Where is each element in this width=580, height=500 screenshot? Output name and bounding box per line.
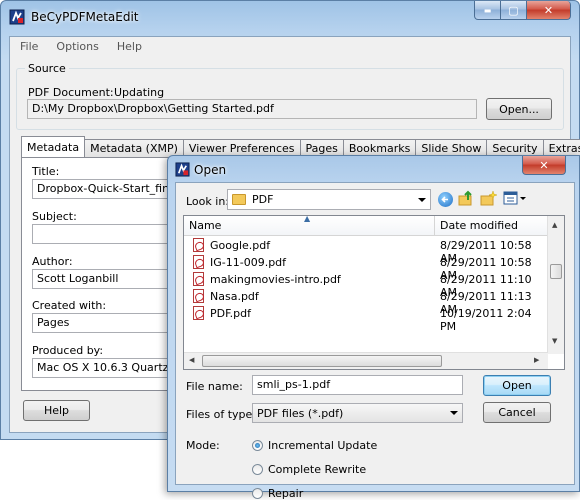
scroll-right-icon[interactable]: ▶ [534,356,539,364]
file-list[interactable]: Name ▲ Date modified Google.pdf 8/29/201… [183,215,565,370]
minimize-icon: ▬ [483,5,492,15]
maximize-button[interactable]: ▢ [500,1,527,20]
file-type-value: PDF files (*.pdf) [257,406,344,420]
chevron-down-icon [450,411,458,415]
file-row[interactable]: IG-11-009.pdf 8/29/2011 10:58 AM [184,254,548,282]
file-name: PDF.pdf [210,307,251,320]
pdf-file-icon [193,272,204,286]
file-row[interactable]: PDF.pdf 10/19/2011 2:04 PM [184,305,548,333]
folder-icon [232,194,246,205]
file-row[interactable]: Nasa.pdf 8/29/2011 11:13 AM [184,288,548,316]
vertical-scroll-thumb[interactable] [550,264,562,279]
file-name: Nasa.pdf [210,290,259,303]
close-icon: ✕ [539,158,549,172]
scroll-up-icon[interactable]: ▲ [552,221,557,229]
pdf-file-icon [193,238,204,252]
title-label: Title: [32,165,60,178]
created-with-label: Created with: [32,299,107,312]
pdf-file-icon [193,306,204,320]
dialog-cancel-button[interactable]: Cancel [483,402,551,423]
column-date-modified[interactable]: Date modified [440,219,518,232]
chevron-down-icon [418,197,426,202]
author-label: Author: [32,255,73,268]
pdf-document-label: PDF Document: [28,86,114,99]
menu-bar: File Options Help [10,37,150,57]
open-dialog: Open ✕ Look in: PDF Name ▲ Date modified… [167,155,580,500]
mode-complete-rewrite-radio[interactable] [252,464,263,475]
mode-repair-radio[interactable] [252,488,263,499]
app-icon [9,9,25,25]
horizontal-scrollbar[interactable]: ◀ ▶ [184,352,548,369]
file-type-label: Files of type: [186,408,257,421]
look-in-label: Look in: [186,195,229,208]
produced-by-label: Produced by: [32,344,104,357]
source-open-button[interactable]: Open... [486,98,552,120]
pdf-file-icon [193,289,204,303]
file-row[interactable]: Google.pdf 8/29/2011 10:58 AM [184,237,548,265]
file-name-input[interactable]: smli_ps-1.pdf [252,375,463,395]
file-name: makingmovies-intro.pdf [210,273,341,286]
dialog-client-area: Look in: PDF Name ▲ Date modified Google… [175,182,575,500]
maximize-icon: ▢ [508,3,519,17]
file-name: Google.pdf [210,239,271,252]
file-type-select[interactable]: PDF files (*.pdf) [252,403,463,423]
close-icon: ✕ [543,3,554,17]
minimize-button[interactable]: ▬ [474,1,501,20]
file-date: 10/19/2011 2:04 PM [440,307,532,333]
dialog-app-icon [175,162,190,177]
column-divider[interactable] [434,216,435,236]
up-folder-icon[interactable] [458,190,474,207]
pdf-file-icon [193,255,204,269]
vertical-scrollbar[interactable]: ▲ ▼ [547,216,564,354]
menu-help[interactable]: Help [107,37,150,57]
close-button[interactable]: ✕ [526,1,571,20]
file-list-header: Name ▲ Date modified [184,216,548,236]
dialog-title: Open [194,163,227,177]
new-folder-icon[interactable] [480,190,498,207]
horizontal-scroll-thumb[interactable] [202,355,442,367]
source-legend: Source [25,62,69,75]
scroll-down-icon[interactable]: ▼ [552,337,557,345]
scroll-left-icon[interactable]: ◀ [189,356,194,364]
tab-metadata-xmp[interactable]: Metadata (XMP) [84,139,184,157]
mode-repair-label[interactable]: Repair [268,487,303,500]
window-title: BeCyPDFMetaEdit [31,10,139,24]
mode-label: Mode: [186,439,220,452]
mode-complete-rewrite-label[interactable]: Complete Rewrite [268,463,366,476]
pdf-document-status: Updating [114,86,165,99]
mode-incremental-radio[interactable] [252,440,263,451]
back-icon[interactable] [438,192,453,207]
view-menu-icon[interactable] [503,191,527,206]
pdf-path-field[interactable]: D:\My Dropbox\Dropbox\Getting Started.pd… [27,99,477,119]
file-name-label: File name: [186,380,243,393]
mode-incremental-label[interactable]: Incremental Update [268,439,377,452]
menu-options[interactable]: Options [46,37,106,57]
look-in-combo[interactable]: PDF [227,189,431,210]
menu-file[interactable]: File [10,37,46,57]
help-button[interactable]: Help [23,400,90,421]
tab-metadata[interactable]: Metadata [21,136,86,157]
sort-ascending-icon: ▲ [304,215,311,223]
look-in-value: PDF [252,193,274,206]
subject-label: Subject: [32,210,77,223]
column-name[interactable]: Name [189,219,221,232]
dialog-open-button[interactable]: Open [483,375,551,396]
dialog-close-button[interactable]: ✕ [522,156,566,175]
file-row[interactable]: makingmovies-intro.pdf 8/29/2011 11:10 A… [184,271,548,299]
file-name: IG-11-009.pdf [210,256,287,269]
